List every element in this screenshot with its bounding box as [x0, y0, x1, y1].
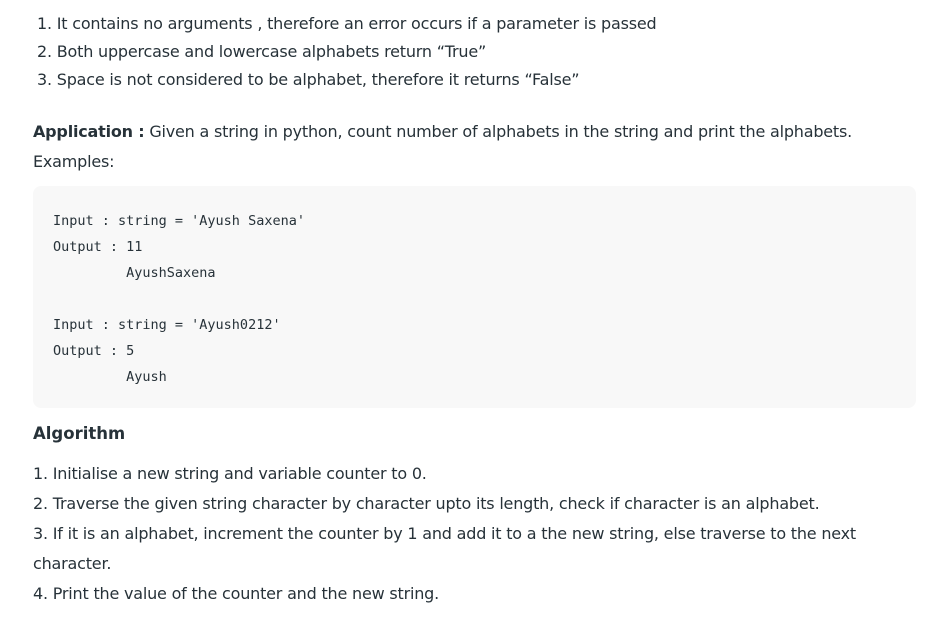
list-item: 2. Traverse the given string character b… — [33, 494, 820, 513]
list-item: 1. It contains no arguments , therefore … — [37, 14, 657, 33]
application-paragraph: Application : Given a string in python, … — [33, 118, 852, 146]
list-item: 4. Print the value of the counter and th… — [33, 584, 439, 603]
list-item: 2. Both uppercase and lowercase alphabet… — [37, 42, 487, 61]
list-item: 3. Space is not considered to be alphabe… — [37, 70, 580, 89]
code-block: Input : string = 'Ayush Saxena' Output :… — [33, 186, 916, 408]
application-text: Given a string in python, count number o… — [144, 122, 853, 141]
list-item: 1. Initialise a new string and variable … — [33, 464, 427, 483]
list-item: 3. If it is an alphabet, increment the c… — [33, 524, 856, 573]
examples-label: Examples: — [33, 152, 115, 171]
algorithm-steps: 1. Initialise a new string and variable … — [33, 459, 883, 609]
properties-list: 1. It contains no arguments , therefore … — [37, 10, 657, 94]
application-label: Application : — [33, 122, 145, 141]
code-text: Input : string = 'Ayush Saxena' Output :… — [53, 213, 305, 385]
algorithm-heading: Algorithm — [33, 424, 126, 443]
